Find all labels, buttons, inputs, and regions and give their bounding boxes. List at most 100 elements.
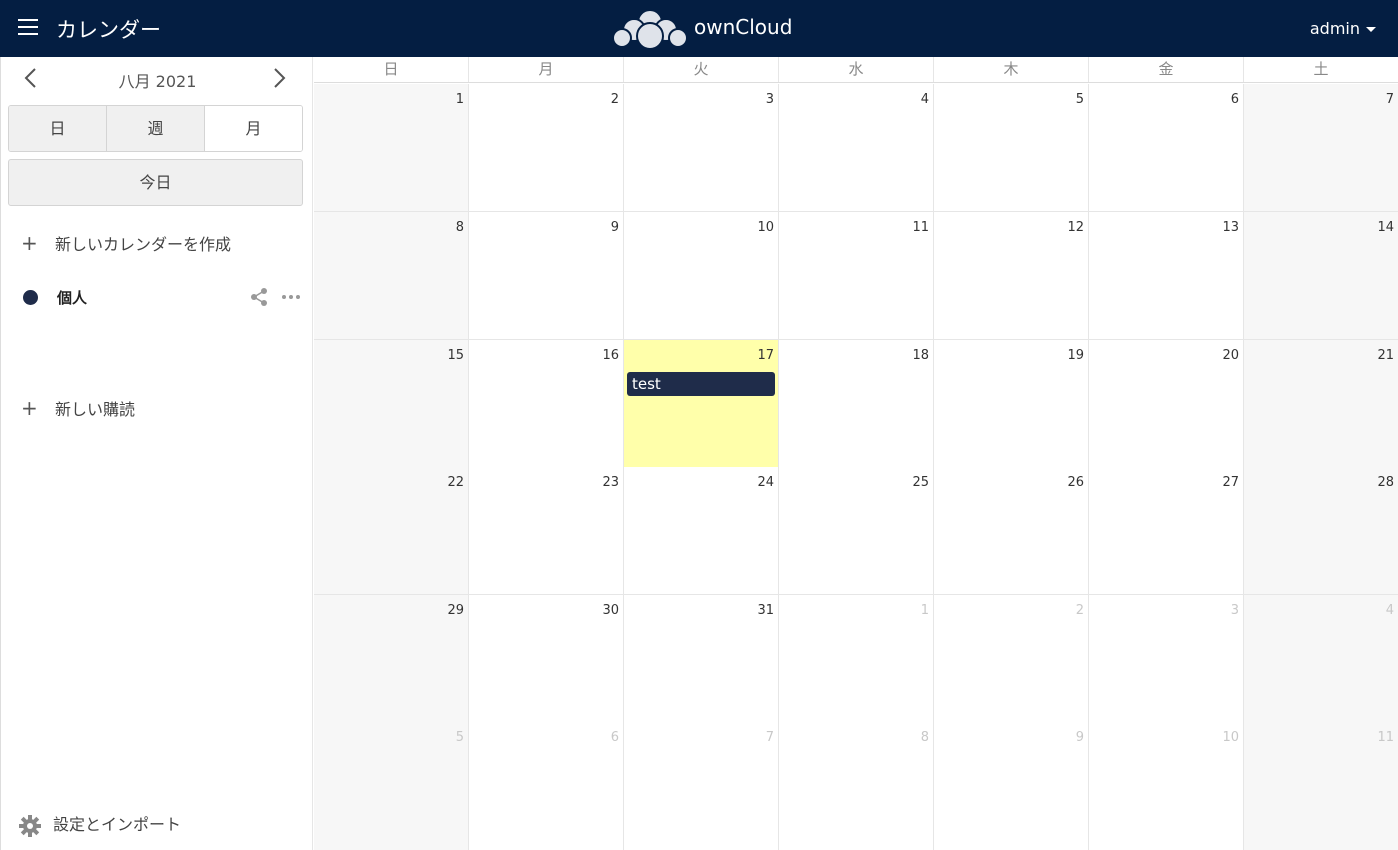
calendar-event[interactable]: test [627,372,775,396]
weekday-sun: 日 [314,57,469,82]
day-cell-next-month[interactable]: 4 [1244,595,1398,722]
day-cell[interactable]: 2 [469,84,624,211]
day-number: 14 [1377,220,1394,235]
calendar-color-dot[interactable] [23,290,38,305]
day-cell-next-month[interactable]: 7 [624,722,779,850]
menu-icon[interactable] [18,19,38,37]
day-cell[interactable]: 27 [1089,467,1244,594]
month-calendar: 日 月 火 水 木 金 土 1 2 3 4 5 6 7 8 9 10 11 12… [314,57,1398,850]
day-cell[interactable]: 28 [1244,467,1398,594]
day-cell[interactable]: 1 [314,84,469,211]
day-number: 6 [1230,92,1239,107]
weekday-mon: 月 [469,57,624,82]
weekday-wed: 水 [779,57,934,82]
user-menu[interactable]: admin [1310,19,1376,38]
calendar-item-personal[interactable]: 個人 [23,287,303,307]
day-cell-next-month[interactable]: 11 [1244,722,1398,850]
day-number: 27 [1222,475,1239,490]
week-row: 22 23 24 25 26 27 28 [314,467,1398,595]
calendar-name: 個人 [57,289,88,307]
day-number: 29 [447,603,464,618]
day-cell[interactable]: 14 [1244,212,1398,339]
day-number: 2 [610,92,619,107]
day-cell[interactable]: 30 [469,595,624,722]
day-cell[interactable]: 29 [314,595,469,722]
day-cell[interactable]: 22 [314,467,469,594]
day-cell[interactable]: 19 [934,340,1089,467]
chevron-right-icon[interactable] [273,67,287,89]
view-day-button[interactable]: 日 [9,106,107,151]
settings-import-button[interactable]: 設定とインポート [19,811,181,837]
day-cell[interactable]: 10 [624,212,779,339]
app-title[interactable]: カレンダー [56,14,161,44]
new-calendar-button[interactable]: + 新しいカレンダーを作成 [21,231,231,255]
day-cell-next-month[interactable]: 6 [469,722,624,850]
day-number: 15 [447,348,464,363]
view-month-button[interactable]: 月 [205,106,302,151]
day-number: 24 [757,475,774,490]
day-cell[interactable]: 3 [624,84,779,211]
day-cell[interactable]: 15 [314,340,469,467]
day-number: 3 [765,92,774,107]
day-cell[interactable]: 18 [779,340,934,467]
day-number: 7 [765,730,774,745]
day-number: 31 [757,603,774,618]
sidebar: 八月 2021 日 週 月 今日 + 新しいカレンダーを作成 個人 + 新しい購読 [0,57,313,850]
day-number: 5 [455,730,464,745]
day-cell[interactable]: 16 [469,340,624,467]
day-cell[interactable]: 4 [779,84,934,211]
user-name: admin [1309,19,1360,38]
plus-icon: + [21,231,38,255]
day-cell[interactable]: 9 [469,212,624,339]
view-switcher: 日 週 月 [8,105,303,152]
day-cell[interactable]: 7 [1244,84,1398,211]
day-cell[interactable]: 23 [469,467,624,594]
today-button[interactable]: 今日 [8,159,303,206]
day-number: 8 [920,730,929,745]
day-cell[interactable]: 8 [314,212,469,339]
day-cell-next-month[interactable]: 2 [934,595,1089,722]
day-number: 9 [1075,730,1084,745]
day-cell-today[interactable]: 17 test [624,340,779,467]
more-icon[interactable] [281,287,301,307]
day-cell[interactable]: 5 [934,84,1089,211]
day-number: 30 [602,603,619,618]
day-number: 18 [912,348,929,363]
week-row: 1 2 3 4 5 6 7 [314,84,1398,212]
settings-label: 設定とインポート [53,815,182,834]
day-number: 9 [610,220,619,235]
day-cell-next-month[interactable]: 1 [779,595,934,722]
day-cell-next-month[interactable]: 8 [779,722,934,850]
new-calendar-label: 新しいカレンダーを作成 [55,235,232,254]
day-number: 11 [912,220,929,235]
day-cell[interactable]: 11 [779,212,934,339]
new-subscription-button[interactable]: + 新しい購読 [21,396,135,420]
day-cell[interactable]: 21 [1244,340,1398,467]
day-cell-next-month[interactable]: 5 [314,722,469,850]
day-cell[interactable]: 6 [1089,84,1244,211]
day-number: 11 [1377,730,1394,745]
weekday-fri: 金 [1089,57,1244,82]
week-row: 8 9 10 11 12 13 14 [314,212,1398,340]
day-cell-next-month[interactable]: 10 [1089,722,1244,850]
new-subscription-label: 新しい購読 [55,400,136,419]
day-number: 13 [1222,220,1239,235]
day-cell[interactable]: 13 [1089,212,1244,339]
owncloud-logo-icon[interactable] [610,6,690,50]
view-week-button[interactable]: 週 [107,106,205,151]
day-cell[interactable]: 31 [624,595,779,722]
share-icon[interactable] [249,287,269,307]
day-cell[interactable]: 12 [934,212,1089,339]
day-number: 19 [1067,348,1084,363]
month-label[interactable]: 八月 2021 [1,68,314,92]
day-cell[interactable]: 20 [1089,340,1244,467]
weekday-sat: 土 [1313,60,1329,78]
day-number: 1 [455,92,464,107]
day-cell[interactable]: 25 [779,467,934,594]
day-cell[interactable]: 24 [624,467,779,594]
day-number: 23 [602,475,619,490]
day-cell-next-month[interactable]: 9 [934,722,1089,850]
day-number: 10 [1222,730,1239,745]
day-cell[interactable]: 26 [934,467,1089,594]
day-cell-next-month[interactable]: 3 [1089,595,1244,722]
